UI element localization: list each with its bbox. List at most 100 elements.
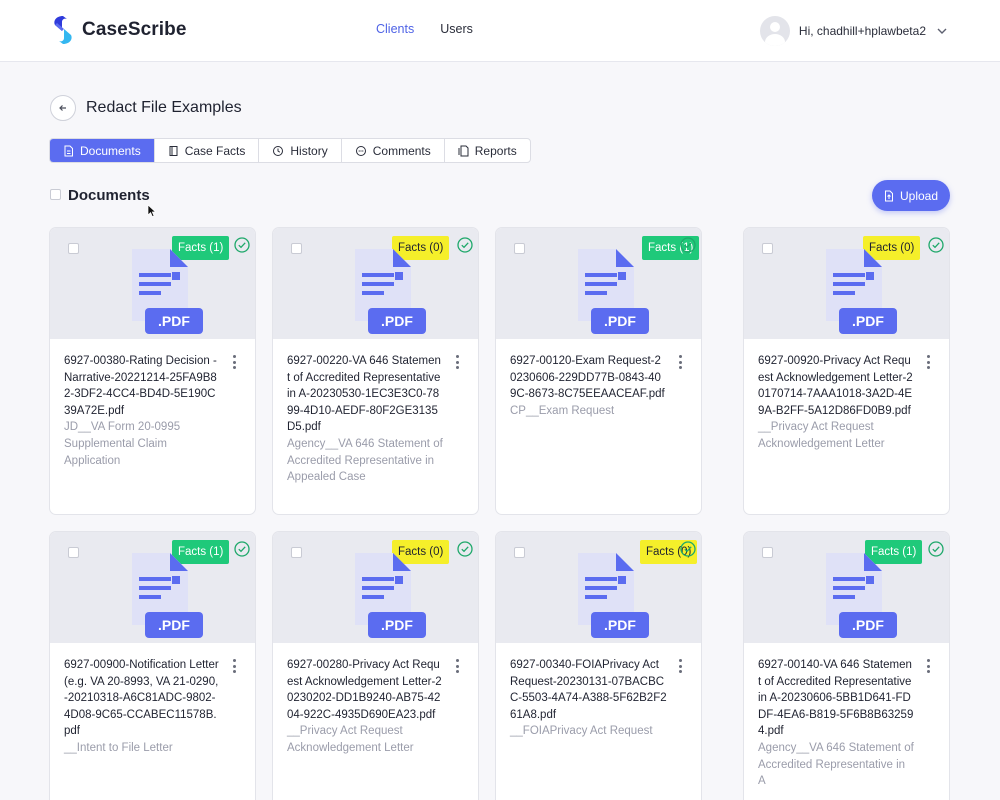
pdf-badge: .PDF — [145, 308, 203, 334]
tab-label: History — [290, 143, 328, 158]
back-button[interactable] — [50, 95, 76, 121]
document-description: Agency__VA 646 Statement of Accredited R… — [287, 437, 443, 484]
pdf-badge: .PDF — [145, 612, 203, 638]
document-description: CP__Exam Request — [510, 404, 615, 417]
tab-documents[interactable]: Documents — [50, 139, 155, 162]
document-thumbnail[interactable]: Facts (0) .PDF — [273, 228, 478, 339]
more-options-icon[interactable] — [927, 355, 931, 369]
card-body: 6927-00280-Privacy Act Request Acknowled… — [273, 643, 478, 757]
more-options-icon[interactable] — [456, 355, 460, 369]
reports-icon — [458, 145, 469, 156]
tab-history[interactable]: History — [259, 139, 342, 162]
card-checkbox[interactable] — [291, 547, 302, 558]
document-card[interactable]: Facts (1) .PDF 6927-00140-VA 646 Stateme… — [743, 531, 950, 800]
more-options-icon[interactable] — [233, 355, 237, 369]
document-card[interactable]: Facts (1) .PDF 6927-00380-Rating Decisio… — [49, 227, 256, 515]
document-name[interactable]: 6927-00380-Rating Decision - Narrative-2… — [64, 353, 221, 419]
document-description: Agency__VA 646 Statement of Accredited R… — [758, 741, 914, 788]
document-name[interactable]: 6927-00900-Notification Letter (e.g. VA … — [64, 657, 221, 740]
document-thumbnail[interactable]: Facts (1) .PDF — [50, 532, 255, 643]
document-name[interactable]: 6927-00220-VA 646 Statement of Accredite… — [287, 353, 444, 436]
document-description: __Privacy Act Request Acknowledgement Le… — [287, 725, 414, 754]
check-circle-icon — [680, 237, 696, 253]
tab-label: Reports — [474, 143, 517, 158]
document-card[interactable]: Facts (0) .PDF 6927-00220-VA 646 Stateme… — [272, 227, 479, 515]
document-description: __FOIAPrivacy Act Request — [510, 725, 653, 738]
document-card[interactable]: Facts (1) .PDF 6927-00900-Notification L… — [49, 531, 256, 800]
card-checkbox[interactable] — [762, 547, 773, 558]
document-name[interactable]: 6927-00120-Exam Request-20230606-229DD77… — [510, 353, 667, 403]
check-circle-icon — [457, 237, 473, 253]
document-thumbnail[interactable]: Facts (0) .PDF — [496, 532, 701, 643]
document-card[interactable]: Facts (0) .PDF 6927-00920-Privacy Act Re… — [743, 227, 950, 515]
card-checkbox[interactable] — [291, 243, 302, 254]
card-body: 6927-00920-Privacy Act Request Acknowled… — [744, 339, 949, 453]
check-circle-icon — [234, 541, 250, 557]
check-circle-icon — [680, 541, 696, 557]
top-navigation-bar: CaseScribe Clients Users Hi, chadhill+hp… — [0, 0, 1000, 62]
document-description: JD__VA Form 20-0995 Supplemental Claim A… — [64, 421, 181, 467]
page-title: Redact File Examples — [86, 99, 242, 116]
document-card[interactable]: Facts (0) .PDF 6927-00340-FOIAPrivacy Ac… — [495, 531, 702, 800]
document-name[interactable]: 6927-00920-Privacy Act Request Acknowled… — [758, 353, 915, 419]
user-greeting[interactable]: Hi, chadhill+hplawbeta2 — [799, 24, 926, 38]
casescribe-logo-icon — [54, 16, 72, 44]
tab-bar: Documents Case Facts History Comments Re… — [49, 138, 531, 163]
more-options-icon[interactable] — [679, 355, 683, 369]
avatar[interactable] — [759, 16, 790, 46]
more-options-icon[interactable] — [456, 659, 460, 673]
upload-label: Upload — [899, 188, 939, 203]
document-description: __Privacy Act Request Acknowledgement Le… — [758, 421, 885, 450]
user-menu[interactable]: Hi, chadhill+hplawbeta2 — [759, 16, 948, 46]
card-checkbox[interactable] — [514, 243, 525, 254]
document-thumbnail[interactable]: Facts (1) .PDF — [50, 228, 255, 339]
card-checkbox[interactable] — [68, 547, 79, 558]
select-all-checkbox[interactable] — [50, 189, 61, 200]
pdf-badge: .PDF — [839, 612, 897, 638]
history-icon — [273, 145, 284, 156]
card-body: 6927-00140-VA 646 Statement of Accredite… — [744, 643, 949, 790]
main-nav: Clients Users — [376, 22, 499, 42]
arrow-left-icon — [59, 105, 66, 111]
card-body: 6927-00220-VA 646 Statement of Accredite… — [273, 339, 478, 486]
chevron-down-icon[interactable] — [936, 25, 948, 37]
document-card[interactable]: Facts (1) .PDF 6927-00120-Exam Request-2… — [495, 227, 702, 515]
card-body: 6927-00900-Notification Letter (e.g. VA … — [50, 643, 255, 757]
more-options-icon[interactable] — [927, 659, 931, 673]
upload-button[interactable]: Upload — [872, 180, 950, 211]
card-checkbox[interactable] — [514, 547, 525, 558]
nav-users[interactable]: Users — [440, 22, 473, 42]
pdf-badge: .PDF — [368, 612, 426, 638]
card-body: 6927-00380-Rating Decision - Narrative-2… — [50, 339, 255, 469]
document-thumbnail[interactable]: Facts (0) .PDF — [744, 228, 949, 339]
document-name[interactable]: 6927-00340-FOIAPrivacy Act Request-20230… — [510, 657, 667, 723]
pdf-badge: .PDF — [591, 308, 649, 334]
nav-clients[interactable]: Clients — [376, 22, 414, 42]
document-name[interactable]: 6927-00280-Privacy Act Request Acknowled… — [287, 657, 444, 723]
card-checkbox[interactable] — [762, 243, 773, 254]
document-icon — [64, 145, 73, 156]
tab-comments[interactable]: Comments — [342, 139, 445, 162]
document-thumbnail[interactable]: Facts (1) .PDF — [496, 228, 701, 339]
app-name: CaseScribe — [82, 19, 187, 40]
document-name[interactable]: 6927-00140-VA 646 Statement of Accredite… — [758, 657, 915, 740]
check-circle-icon — [234, 237, 250, 253]
tab-label: Comments — [372, 143, 431, 158]
section-title: Documents — [68, 187, 150, 204]
document-thumbnail[interactable]: Facts (0) .PDF — [273, 532, 478, 643]
tab-case-facts[interactable]: Case Facts — [155, 139, 260, 162]
check-circle-icon — [457, 541, 473, 557]
document-thumbnail[interactable]: Facts (1) .PDF — [744, 532, 949, 643]
tab-reports[interactable]: Reports — [445, 139, 530, 162]
more-options-icon[interactable] — [233, 659, 237, 673]
pdf-badge: .PDF — [839, 308, 897, 334]
upload-file-icon — [884, 190, 893, 201]
more-options-icon[interactable] — [679, 659, 683, 673]
card-body: 6927-00120-Exam Request-20230606-229DD77… — [496, 339, 701, 419]
document-description: __Intent to File Letter — [64, 741, 173, 754]
document-card[interactable]: Facts (0) .PDF 6927-00280-Privacy Act Re… — [272, 531, 479, 800]
check-circle-icon — [928, 237, 944, 253]
card-checkbox[interactable] — [68, 243, 79, 254]
mouse-pointer-icon — [147, 204, 157, 218]
app-logo[interactable]: CaseScribe — [50, 14, 187, 46]
